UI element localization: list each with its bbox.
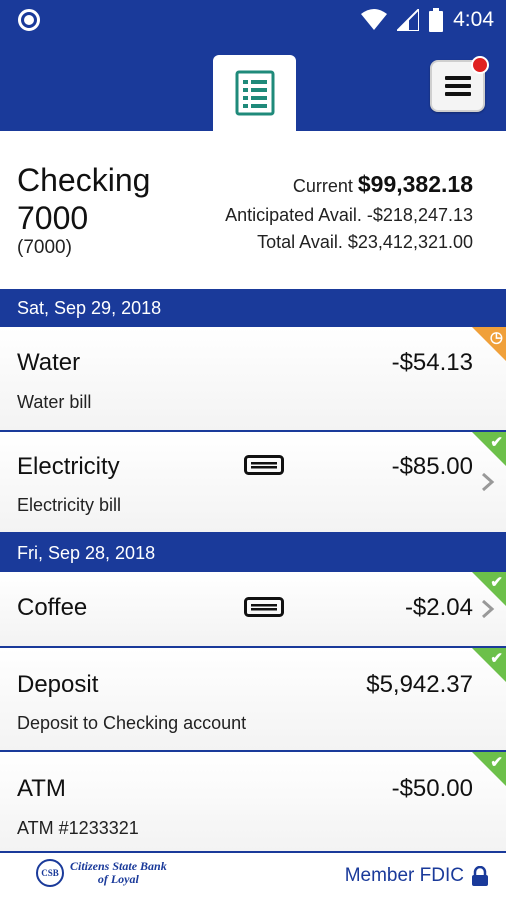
date-header: Sat, Sep 29, 2018 [0, 289, 506, 327]
notification-badge [471, 56, 489, 74]
account-name: Checking 7000 [17, 162, 151, 236]
date-header: Fri, Sep 28, 2018 [0, 534, 506, 572]
bank-logo: CSB Citizens State Bank of Loyal [36, 859, 167, 887]
status-right: 4:04 [361, 6, 494, 34]
anticipated-balance-value: -$218,247.13 [366, 205, 473, 225]
battery-icon [429, 8, 444, 32]
transaction-name: Coffee [17, 594, 88, 621]
bank-seal-icon: CSB [36, 859, 64, 887]
transaction-row[interactable]: Water Water bill -$54.13 ◷ [0, 327, 506, 432]
ledger-icon [235, 70, 274, 116]
transaction-row[interactable]: Electricity Electricity bill -$85.00 ✔ [0, 432, 506, 534]
transaction-name: Deposit [17, 671, 99, 698]
checkmark-icon: ✔ [490, 574, 503, 591]
account-summary: Checking 7000 (7000) Current $99,382.18 … [0, 131, 506, 289]
total-balance-value: $23,412,321.00 [347, 232, 473, 252]
anticipated-balance-row: Anticipated Avail. -$218,247.13 [225, 205, 473, 226]
chevron-right-icon[interactable] [480, 472, 496, 492]
tab-accounts[interactable] [213, 55, 296, 131]
member-fdic: Member FDIC [345, 865, 488, 887]
bank-logo-text: Citizens State Bank of Loyal [70, 859, 167, 886]
status-time: 4:04 [453, 8, 494, 31]
transaction-row[interactable]: ATM ATM #1233321 -$50.00 ✔ [0, 752, 506, 853]
checkmark-icon: ✔ [490, 650, 503, 667]
transaction-description: Deposit to Checking account [17, 713, 247, 733]
transaction-amount: $5,942.37 [366, 671, 473, 698]
transaction-amount: -$85.00 [391, 453, 473, 480]
checkmark-icon: ✔ [490, 434, 503, 451]
transaction-row[interactable]: Coffee -$2.04 ✔ [0, 572, 506, 648]
transaction-description: Electricity bill [17, 495, 122, 515]
account-number: (7000) [17, 237, 72, 258]
transaction-amount: -$54.13 [391, 349, 473, 376]
signal-icon [397, 9, 420, 31]
clock-icon: ◷ [489, 329, 503, 346]
lock-icon [472, 866, 488, 886]
anticipated-balance-label: Anticipated Avail. [225, 205, 362, 225]
card-icon [244, 455, 284, 475]
footer: CSB Citizens State Bank of Loyal Member F… [0, 853, 506, 900]
wifi-icon [361, 9, 388, 30]
transaction-row[interactable]: Deposit Deposit to Checking account $5,9… [0, 648, 506, 752]
hamburger-menu-icon [444, 76, 471, 96]
status-bar: 4:04 [0, 0, 506, 40]
transaction-amount: -$50.00 [391, 775, 473, 802]
app-header: 4:04 [0, 0, 506, 131]
total-balance-row: Total Avail. $23,412,321.00 [257, 232, 473, 253]
transaction-name: ATM [17, 775, 66, 802]
transaction-description: Water bill [17, 392, 92, 412]
current-balance-row: Current $99,382.18 [293, 171, 473, 198]
card-icon [244, 597, 284, 617]
menu-button[interactable] [430, 56, 489, 112]
transaction-name: Electricity [17, 453, 120, 480]
circle-indicator-icon [18, 9, 40, 31]
checkmark-icon: ✔ [490, 754, 503, 771]
transaction-amount: -$2.04 [404, 594, 473, 621]
transaction-description: ATM #1233321 [17, 818, 139, 838]
fdic-text: Member FDIC [344, 865, 464, 886]
total-balance-label: Total Avail. [257, 232, 343, 252]
current-balance-value: $99,382.18 [357, 171, 473, 197]
transaction-name: Water [17, 349, 81, 376]
current-balance-label: Current [292, 176, 353, 196]
